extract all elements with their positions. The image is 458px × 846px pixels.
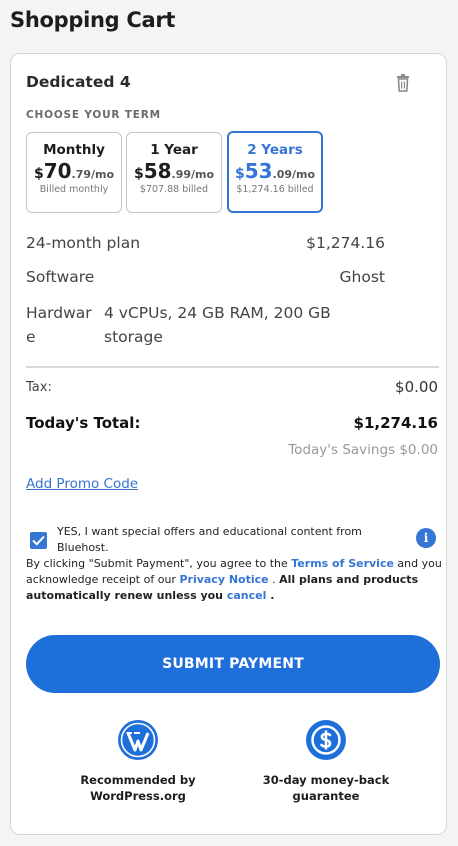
- term-price: $53.09/mo: [234, 159, 316, 183]
- term-option-2-years[interactable]: 2 Years $53.09/mo $1,274.16 billed: [227, 131, 323, 213]
- cart-card: Dedicated 4 CHOOSE YOUR TERM Monthly $70…: [10, 53, 447, 835]
- money-back-icon: [306, 720, 346, 760]
- total-label: Today's Total:: [26, 414, 141, 432]
- privacy-notice-link[interactable]: Privacy Notice: [179, 573, 268, 586]
- badge-text: 30-day money-back guarantee: [262, 773, 390, 803]
- wordpress-icon: [118, 720, 158, 760]
- trash-icon[interactable]: [396, 74, 410, 92]
- term-section-label: CHOOSE YOUR TERM: [26, 109, 161, 121]
- legal-text: By clicking "Submit Payment", you agree …: [26, 557, 442, 602]
- savings-text: Today's Savings $0.00: [288, 442, 438, 458]
- total-value: $1,274.16: [353, 414, 438, 432]
- plan-value: $1,274.16: [306, 234, 385, 252]
- info-icon[interactable]: i: [416, 528, 436, 548]
- software-value: Ghost: [339, 268, 385, 286]
- term-name: Monthly: [43, 142, 105, 158]
- checkmark-icon: [32, 535, 45, 546]
- product-name: Dedicated 4: [26, 73, 131, 91]
- money-back-badge: 30-day money-back guarantee: [236, 719, 416, 804]
- tax-value: $0.00: [395, 378, 438, 396]
- term-price: $58.99/mo: [133, 159, 215, 183]
- add-promo-code-link[interactable]: Add Promo Code: [26, 476, 138, 492]
- divider: [26, 366, 439, 368]
- tax-label: Tax:: [26, 380, 52, 395]
- term-price: $70.79/mo: [33, 159, 115, 183]
- term-billed: $707.88 billed: [139, 184, 209, 195]
- page-title: Shopping Cart: [10, 8, 176, 32]
- term-option-1-year[interactable]: 1 Year $58.99/mo $707.88 billed: [126, 132, 222, 213]
- offers-checkbox[interactable]: [30, 532, 47, 549]
- term-option-monthly[interactable]: Monthly $70.79/mo Billed monthly: [26, 132, 122, 213]
- badge-text: Recommended by WordPress.org: [80, 773, 196, 803]
- submit-payment-button[interactable]: SUBMIT PAYMENT: [26, 635, 440, 693]
- offers-text: YES, I want special offers and education…: [57, 525, 362, 554]
- term-name: 2 Years: [247, 142, 303, 158]
- cancel-link[interactable]: cancel: [227, 589, 267, 602]
- term-name: 1 Year: [150, 142, 198, 158]
- wordpress-badge: Recommended by WordPress.org: [48, 719, 228, 804]
- hardware-value: 4 vCPUs, 24 GB RAM, 200 GB storage: [104, 304, 331, 346]
- hardware-label: Hardware: [26, 304, 92, 346]
- plan-label: 24-month plan: [26, 234, 141, 252]
- software-label: Software: [26, 268, 95, 286]
- term-billed: $1,274.16 billed: [236, 184, 314, 195]
- terms-of-service-link[interactable]: Terms of Service: [291, 557, 394, 570]
- term-billed: Billed monthly: [39, 184, 109, 195]
